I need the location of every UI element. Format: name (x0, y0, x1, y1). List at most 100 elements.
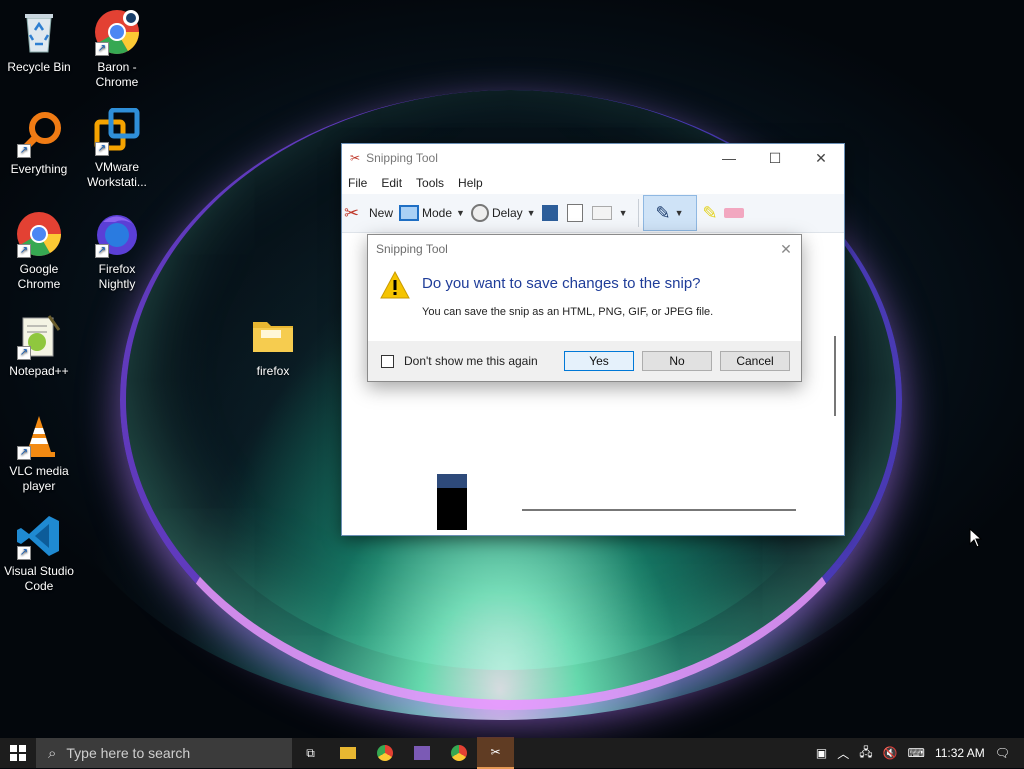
horizontal-scrollbar[interactable] (522, 509, 796, 511)
floppy-disk-icon (541, 205, 558, 221)
desktop-icon-firefox-nightly[interactable]: ↗ Firefox Nightly (79, 210, 155, 292)
mode-label: Mode (422, 206, 453, 220)
dialog-body: Do you want to save changes to the snip?… (368, 263, 801, 318)
chrome-icon: ↗ (93, 8, 141, 56)
chevron-down-icon: ▼ (456, 208, 465, 218)
desktop-icon-google-chrome[interactable]: ↗ Google Chrome (1, 210, 77, 292)
windows-logo-icon (10, 745, 26, 761)
task-view-button[interactable]: ⧉ (292, 738, 329, 768)
minimize-button[interactable]: — (706, 150, 752, 167)
highlighter-icon: ✎ (702, 202, 718, 223)
icon-label: Notepad++ (9, 364, 69, 378)
vmware-icon: ↗ (93, 107, 141, 156)
folder-icon (339, 747, 356, 759)
scissors-icon: ✂ (350, 151, 361, 165)
chrome-taskbar-button[interactable] (366, 738, 403, 768)
icon-label: Everything (10, 162, 68, 176)
desktop-icon-vlc[interactable]: ↗ VLC media player (1, 412, 77, 494)
new-label: New (369, 206, 394, 220)
menu-tools[interactable]: Tools (416, 176, 444, 190)
toolbar-separator (637, 199, 639, 227)
desktop-icon-baron-chrome[interactable]: ↗ Baron - Chrome (79, 8, 155, 90)
eraser-button[interactable] (723, 198, 747, 228)
visual-studio-taskbar-button[interactable] (403, 738, 440, 768)
icon-label: Firefox Nightly (98, 262, 136, 291)
highlighter-button[interactable]: ✎ (703, 198, 718, 228)
chevron-down-icon: ▼ (674, 208, 684, 218)
file-explorer-button[interactable] (329, 738, 366, 768)
cancel-button[interactable]: Cancel (720, 351, 790, 371)
maximize-button[interactable]: ☐ (752, 150, 798, 167)
icon-label: Recycle Bin (7, 60, 71, 74)
dialog-close-button[interactable]: ✕ (771, 241, 801, 258)
chrome-icon: ↗ (15, 210, 63, 258)
shortcut-arrow-icon: ↗ (17, 244, 31, 258)
mouse-cursor-icon (969, 528, 983, 548)
notifications-icon[interactable]: 🗨 (995, 746, 1010, 760)
clock[interactable]: 11:32 AM (935, 746, 985, 760)
copy-button[interactable] (566, 198, 586, 228)
start-button[interactable] (0, 738, 36, 768)
yes-button[interactable]: Yes (564, 351, 634, 371)
snip-preview-image (437, 474, 467, 530)
menu-edit[interactable]: Edit (381, 176, 402, 190)
mode-button[interactable]: Mode ▼ (399, 198, 465, 228)
pen-button[interactable]: ✎ ▼ (642, 195, 697, 231)
meet-now-icon[interactable]: ▣ (816, 746, 827, 760)
desktop-icon-firefox-folder[interactable]: firefox (235, 312, 311, 379)
new-snip-button[interactable]: ✂ New (344, 198, 393, 228)
search-placeholder: Type here to search (66, 745, 191, 761)
shortcut-arrow-icon: ↗ (17, 346, 31, 360)
no-button[interactable]: No (642, 351, 712, 371)
menu-file[interactable]: File (348, 176, 367, 190)
dialog-footer: Don't show me this again Yes No Cancel (368, 341, 801, 381)
icon-label: VLC media player (9, 464, 69, 493)
chevron-down-icon: ▼ (526, 208, 536, 218)
chevron-down-icon: ▼ (618, 208, 628, 218)
desktop-icon-vscode[interactable]: ↗ Visual Studio Code (1, 512, 77, 594)
desktop-icon-recycle-bin[interactable]: Recycle Bin (1, 8, 77, 75)
baron-chrome-taskbar-button[interactable] (440, 738, 477, 768)
desktop-icon-everything[interactable]: ↗ Everything (1, 110, 77, 177)
notepad-plus-plus-icon: ↗ (15, 312, 63, 360)
search-icon: ⌕ (48, 744, 57, 762)
desktop-icon-notepadpp[interactable]: ↗ Notepad++ (1, 312, 77, 379)
firefox-nightly-icon: ↗ (93, 210, 141, 258)
dont-show-again-checkbox[interactable] (381, 354, 394, 368)
scissors-icon: ✂ (344, 203, 360, 223)
shortcut-arrow-icon: ↗ (95, 42, 109, 56)
dialog-titlebar[interactable]: Snipping Tool ✕ (368, 235, 801, 263)
vlc-cone-icon: ↗ (15, 412, 63, 460)
chrome-icon (376, 745, 393, 761)
dialog-question: Do you want to save changes to the snip? (422, 275, 701, 292)
dialog-title: Snipping Tool (376, 242, 448, 256)
taskbar: ⌕ Type here to search ⧉ ✂ ▣ ︿ 🖧 🔇 ⌨ 11:3… (0, 737, 1024, 769)
rectangle-snip-icon (399, 205, 420, 221)
taskbar-search-box[interactable]: ⌕ Type here to search (36, 738, 292, 768)
chrome-icon (450, 745, 467, 761)
snipping-tool-taskbar-button[interactable]: ✂ (477, 737, 514, 769)
everything-search-icon: ↗ (15, 110, 63, 158)
icon-label: firefox (256, 364, 290, 378)
vertical-scrollbar-track (828, 236, 842, 521)
volume-muted-icon[interactable]: 🔇 (883, 746, 898, 760)
keyboard-icon[interactable]: ⌨ (908, 746, 925, 760)
network-icon[interactable]: 🖧 (859, 743, 872, 764)
dialog-detail: You can save the snip as an HTML, PNG, G… (422, 306, 714, 318)
recycle-bin-icon (15, 8, 63, 56)
window-titlebar[interactable]: ✂ Snipping Tool — ☐ ✕ (342, 144, 844, 172)
desktop-icon-vmware[interactable]: ↗ VMware Workstati... (79, 107, 155, 190)
chevron-up-icon[interactable]: ︿ (837, 745, 849, 762)
shortcut-arrow-icon: ↗ (95, 142, 109, 156)
scissors-icon: ✂ (490, 745, 501, 759)
clock-icon (470, 204, 489, 222)
icon-label: VMware Workstati... (87, 160, 147, 189)
menu-help[interactable]: Help (458, 176, 483, 190)
delay-button[interactable]: Delay ▼ (470, 198, 536, 228)
vertical-scrollbar[interactable] (834, 336, 836, 416)
send-snip-button[interactable]: ▼ (591, 198, 628, 228)
dont-show-again-label[interactable]: Don't show me this again (404, 354, 538, 368)
close-button[interactable]: ✕ (798, 150, 844, 167)
warning-icon (380, 271, 410, 299)
save-button[interactable] (541, 198, 561, 228)
